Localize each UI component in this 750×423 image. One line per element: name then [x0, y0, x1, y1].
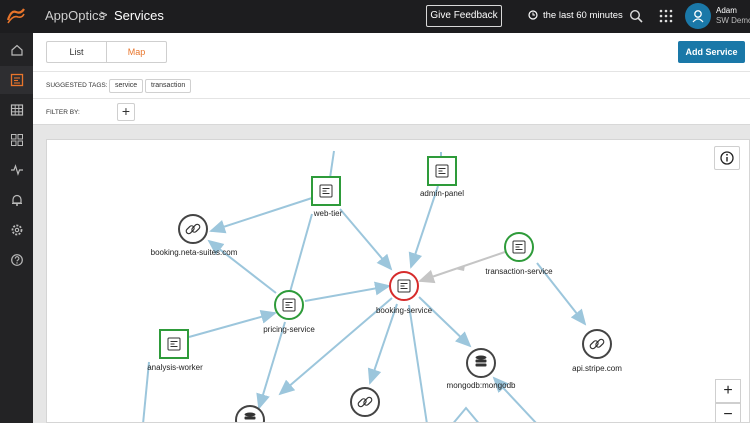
list-view-button[interactable]: List — [47, 42, 106, 62]
filter-bar: FILTER BY: + — [33, 98, 750, 125]
edge — [209, 197, 313, 234]
add-service-button[interactable]: Add Service — [678, 41, 745, 63]
filter-label: FILTER BY: — [46, 109, 80, 116]
edge — [188, 310, 277, 338]
node-pricing-service[interactable] — [274, 290, 304, 320]
node-web-tier[interactable] — [311, 176, 341, 206]
node-transaction-service[interactable] — [504, 232, 534, 262]
node-database-partial[interactable] — [235, 405, 265, 423]
sidebar-item-alerts[interactable] — [0, 186, 33, 214]
node-label: web-tier — [313, 209, 343, 218]
tag-transaction[interactable]: transaction — [145, 79, 192, 93]
apps-grid-icon[interactable] — [659, 9, 673, 23]
user-name[interactable]: Adam — [716, 6, 737, 15]
sidebar-item-tables[interactable] — [0, 96, 33, 124]
node-label: pricing-service — [263, 325, 315, 334]
suggested-tags-label: SUGGESTED TAGS: — [46, 82, 108, 89]
map-view-button[interactable]: Map — [106, 42, 166, 62]
table-icon — [10, 104, 23, 116]
service-map-graph — [142, 150, 612, 423]
info-icon — [720, 151, 734, 165]
home-icon — [10, 44, 23, 56]
pulse-icon — [10, 164, 23, 176]
sidebar-item-services[interactable] — [0, 66, 33, 94]
sidebar-item-settings[interactable] — [0, 216, 33, 244]
map-edges — [142, 150, 587, 422]
node-label: transaction-service — [485, 267, 553, 276]
edge — [367, 303, 398, 385]
help-icon — [10, 254, 23, 266]
edge — [289, 213, 313, 293]
zoom-out-button[interactable]: − — [715, 403, 741, 422]
avatar[interactable] — [685, 3, 711, 29]
sidebar-item-dashboards[interactable] — [0, 126, 33, 154]
user-org: SW Demo — [716, 16, 750, 25]
add-filter-button[interactable]: + — [117, 103, 135, 121]
breadcrumb-separator: > — [100, 7, 108, 22]
dashboards-icon — [10, 134, 23, 146]
node-admin-panel[interactable] — [427, 156, 457, 186]
node-label: analysis-worker — [147, 363, 203, 372]
services-header: List Map Add Service — [33, 33, 750, 71]
view-toggle: List Map — [46, 41, 167, 63]
node-api-stripe[interactable] — [582, 329, 612, 359]
services-icon — [10, 73, 23, 87]
node-external-partial[interactable] — [350, 387, 380, 417]
top-bar: AppOptics > Services Give Feedback the l… — [0, 0, 750, 33]
edge — [418, 296, 472, 348]
edge — [408, 304, 428, 422]
edge — [329, 150, 335, 179]
bell-icon — [11, 194, 22, 206]
database-icon — [475, 355, 487, 367]
sidebar-item-home[interactable] — [0, 36, 33, 64]
sidebar-item-pulse[interactable] — [0, 156, 33, 184]
edge — [256, 321, 286, 410]
edge — [304, 281, 391, 302]
clock-icon — [528, 10, 538, 20]
user-icon — [692, 10, 704, 23]
node-label: mongodb:mongodb — [446, 381, 516, 390]
sidebar — [0, 33, 33, 423]
settings-icon — [11, 224, 22, 236]
node-mongodb[interactable] — [466, 348, 496, 378]
edge — [408, 185, 439, 269]
give-feedback-button[interactable]: Give Feedback — [426, 5, 502, 27]
sidebar-item-help[interactable] — [0, 246, 33, 274]
node-label: api.stripe.com — [572, 364, 622, 373]
page-title: Services — [114, 8, 164, 23]
breadcrumb-app[interactable]: AppOptics — [45, 8, 105, 23]
suggested-tags-bar: SUGGESTED TAGS: service transaction — [33, 71, 750, 98]
node-analysis-worker[interactable] — [159, 329, 189, 359]
time-range-selector[interactable]: the last 60 minutes — [543, 10, 623, 21]
node-label: admin-panel — [419, 189, 465, 198]
edge-arrow — [453, 406, 479, 422]
node-label: booking.neta-suites.com — [150, 248, 238, 257]
edge — [339, 208, 393, 271]
service-map[interactable]: web-tier admin-panel booking.neta-suites… — [46, 139, 750, 423]
tag-service[interactable]: service — [109, 79, 144, 93]
node-label: booking-service — [375, 306, 433, 315]
search-icon[interactable] — [629, 9, 643, 23]
appoptics-logo-icon[interactable] — [6, 6, 26, 26]
node-booking-neta-suites[interactable] — [178, 214, 208, 244]
zoom-in-button[interactable]: + — [715, 379, 741, 403]
map-info-button[interactable] — [714, 146, 740, 170]
node-booking-service[interactable] — [389, 271, 419, 301]
